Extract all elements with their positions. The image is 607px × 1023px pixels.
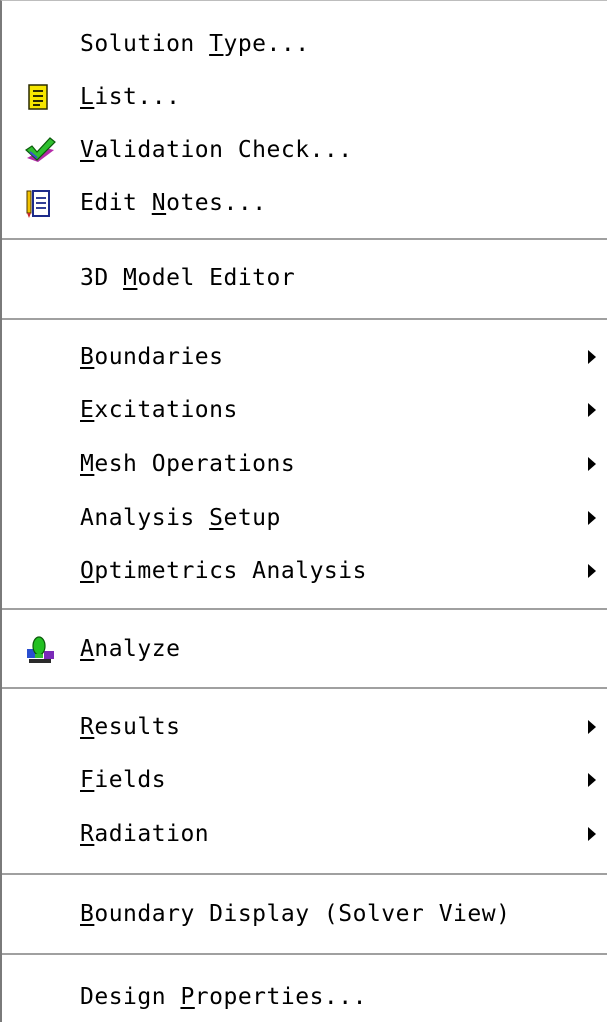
menu-item-label: Validation Check... [80,137,353,163]
menu-item-label: Fields [80,767,167,793]
menu-item-label: Boundaries [80,344,224,370]
edit-notes-icon [24,189,52,218]
submenu-arrow-icon [588,827,596,841]
list-document-icon [24,83,52,111]
menu-item-label: Results [80,714,181,740]
submenu-arrow-icon [588,350,596,364]
menu-item-label: Optimetrics Analysis [80,558,367,584]
menu-item-label: Design Properties... [80,984,367,1010]
submenu-arrow-icon [588,773,596,787]
submenu-arrow-icon [588,720,596,734]
menu-item-label: Excitations [80,397,238,423]
menu-item-results[interactable]: Results [2,701,607,753]
menu-item-label: Analysis Setup [80,505,281,531]
menu-separator [2,238,607,240]
menu-item-validation-check[interactable]: Validation Check... [2,124,607,176]
menu-item-design-properties[interactable]: Design Properties... [2,971,607,1023]
menu-item-label: Solution Type... [80,31,310,57]
menu-item-label: Radiation [80,821,210,847]
submenu-arrow-icon [588,457,596,471]
menu-separator [2,953,607,955]
menu-item-list[interactable]: List... [2,71,607,123]
submenu-arrow-icon [588,564,596,578]
validation-check-icon [24,136,56,164]
menu-item-mesh-operations[interactable]: Mesh Operations [2,438,607,490]
menu-separator [2,687,607,689]
menu-item-solution-type[interactable]: Solution Type... [2,18,607,70]
menu-item-edit-notes[interactable]: Edit Notes... [2,177,607,229]
menu-item-fields[interactable]: Fields [2,754,607,806]
menu-item-label: Analyze [80,636,181,662]
menu-item-analyze[interactable]: Analyze [2,623,607,675]
menu-item-analysis-setup[interactable]: Analysis Setup [2,492,607,544]
menu-item-label: Edit Notes... [80,190,267,216]
menu-item-boundary-display[interactable]: Boundary Display (Solver View) [2,888,607,940]
menu-item-label: Boundary Display (Solver View) [80,901,511,927]
submenu-arrow-icon [588,511,596,525]
analyze-icon [24,635,54,663]
context-menu: Solution Type... List... Validation Chec… [0,0,607,1022]
menu-item-3d-model-editor[interactable]: 3D Model Editor [2,252,607,304]
menu-item-optimetrics-analysis[interactable]: Optimetrics Analysis [2,545,607,597]
menu-item-label: 3D Model Editor [80,265,296,291]
menu-item-radiation[interactable]: Radiation [2,808,607,860]
menu-item-label: List... [80,84,181,110]
submenu-arrow-icon [588,403,596,417]
menu-separator [2,608,607,610]
menu-item-label: Mesh Operations [80,451,296,477]
menu-separator [2,873,607,875]
menu-separator [2,318,607,320]
menu-item-excitations[interactable]: Excitations [2,384,607,436]
menu-item-boundaries[interactable]: Boundaries [2,331,607,383]
